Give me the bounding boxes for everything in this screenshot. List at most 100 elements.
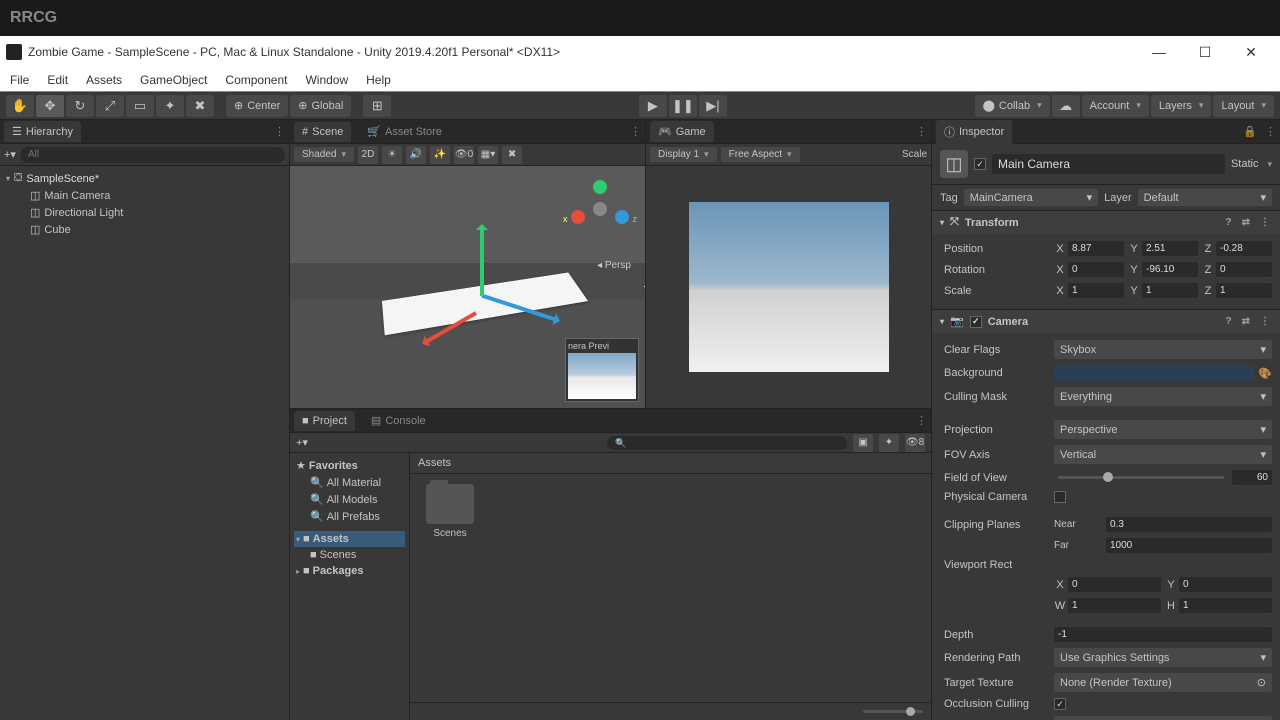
inspector-options-icon[interactable]: ⋮	[1265, 125, 1276, 138]
rect-tool[interactable]: ▭	[126, 95, 154, 117]
hidden-toggle[interactable]: 👁0	[454, 146, 474, 164]
snap-button[interactable]: ⊞	[363, 95, 391, 117]
scene-row[interactable]: ▾ ⛋ SampleScene*	[0, 170, 289, 187]
assets-folder[interactable]: ▾■ Assets	[294, 531, 405, 547]
step-button[interactable]: ▶|	[699, 95, 727, 117]
scene-options-icon[interactable]: ⋮	[630, 125, 641, 138]
depth-input[interactable]	[1054, 627, 1272, 642]
custom-tool[interactable]: ✖	[186, 95, 214, 117]
hdr-dropdown[interactable]: Use Graphics Settings▾	[1054, 716, 1272, 720]
active-checkbox[interactable]	[974, 158, 986, 170]
project-search-input[interactable]	[607, 436, 847, 450]
rot-z-input[interactable]	[1216, 262, 1272, 277]
add-button[interactable]: +▾	[4, 148, 16, 161]
maximize-button[interactable]: ☐	[1182, 36, 1228, 68]
move-tool[interactable]: ✥	[36, 95, 64, 117]
viewport-h[interactable]	[1179, 598, 1272, 613]
scene-tab[interactable]: # Scene	[294, 122, 351, 142]
fav-item[interactable]: 🔍 All Material	[294, 474, 405, 491]
orientation-gizmo[interactable]: x z	[565, 174, 635, 244]
collapse-icon[interactable]: ▾	[6, 174, 10, 183]
menu-edit[interactable]: Edit	[47, 73, 68, 87]
space-toggle[interactable]: ⊕Global	[290, 95, 351, 117]
viewport-x[interactable]	[1068, 577, 1161, 592]
pos-z-input[interactable]	[1216, 241, 1272, 256]
physical-camera-checkbox[interactable]	[1054, 491, 1066, 503]
game-options-icon[interactable]: ⋮	[916, 125, 927, 138]
filter-button[interactable]: ▣	[853, 434, 873, 452]
icon-size-slider[interactable]	[863, 710, 923, 713]
hierarchy-tab[interactable]: ☰ Hierarchy	[4, 121, 81, 142]
scene-view[interactable]: x z ◂ Persp nera Previ ↔	[290, 166, 645, 408]
folder-item[interactable]: Scenes	[420, 484, 480, 539]
play-button[interactable]: ▶	[639, 95, 667, 117]
account-dropdown[interactable]: Account	[1082, 95, 1149, 117]
minimize-button[interactable]: —	[1136, 36, 1182, 68]
persp-label[interactable]: ◂ Persp	[597, 260, 631, 271]
pos-y-input[interactable]	[1142, 241, 1198, 256]
target-texture-field[interactable]: None (Render Texture)⊙	[1054, 673, 1272, 692]
scale-z-input[interactable]	[1216, 283, 1272, 298]
clear-flags-dropdown[interactable]: Skybox▾	[1054, 340, 1272, 359]
fav-item[interactable]: 🔍 All Prefabs	[294, 508, 405, 525]
close-button[interactable]: ✕	[1228, 36, 1274, 68]
favorites-header[interactable]: ★ Favorites	[294, 457, 405, 474]
menu-component[interactable]: Component	[225, 73, 287, 87]
camera-header[interactable]: ▾📷 Camera ?⇄⋮	[932, 310, 1280, 333]
hierarchy-item[interactable]: ◫ Cube	[0, 221, 289, 238]
fav-item[interactable]: 🔍 All Models	[294, 491, 405, 508]
static-dropdown[interactable]	[1264, 158, 1272, 170]
console-tab[interactable]: ▤ Console	[363, 410, 434, 431]
2d-toggle[interactable]: 2D	[358, 146, 378, 164]
audio-toggle[interactable]: 🔊	[406, 146, 426, 164]
rot-y-input[interactable]	[1142, 262, 1198, 277]
hierarchy-item[interactable]: ◫ Main Camera	[0, 187, 289, 204]
project-add-button[interactable]: +▾	[296, 436, 308, 449]
gizmos-dropdown[interactable]: ✖	[502, 146, 522, 164]
menu-help[interactable]: Help	[366, 73, 391, 87]
hierarchy-search-input[interactable]	[20, 147, 285, 163]
far-input[interactable]	[1106, 538, 1272, 553]
fov-input[interactable]	[1232, 470, 1272, 485]
object-name-input[interactable]	[992, 154, 1225, 174]
y-axis-handle[interactable]	[480, 226, 484, 296]
project-options-icon[interactable]: ⋮	[916, 414, 927, 427]
lighting-toggle[interactable]: ☀	[382, 146, 402, 164]
shading-mode-dropdown[interactable]: Shaded	[294, 147, 354, 162]
menu-assets[interactable]: Assets	[86, 73, 122, 87]
hidden-count[interactable]: 👁8	[905, 434, 925, 452]
rotate-tool[interactable]: ↻	[66, 95, 94, 117]
background-color[interactable]	[1054, 365, 1254, 381]
hand-tool[interactable]: ✋	[6, 95, 34, 117]
render-path-dropdown[interactable]: Use Graphics Settings▾	[1054, 648, 1272, 667]
layout-dropdown[interactable]: Layout	[1213, 95, 1274, 117]
projection-dropdown[interactable]: Perspective▾	[1054, 420, 1272, 439]
culling-dropdown[interactable]: Everything▾	[1054, 387, 1272, 406]
menu-window[interactable]: Window	[305, 73, 348, 87]
layers-dropdown[interactable]: Layers	[1151, 95, 1212, 117]
menu-file[interactable]: File	[10, 73, 29, 87]
breadcrumb[interactable]: Assets	[410, 453, 931, 474]
transform-tool[interactable]: ✦	[156, 95, 184, 117]
near-input[interactable]	[1106, 517, 1272, 532]
fov-slider[interactable]	[1058, 476, 1224, 479]
menu-gameobject[interactable]: GameObject	[140, 73, 207, 87]
project-tab[interactable]: ■ Project	[294, 411, 355, 431]
pause-button[interactable]: ❚❚	[669, 95, 697, 117]
pos-x-input[interactable]	[1068, 241, 1124, 256]
cloud-button[interactable]: ☁	[1052, 95, 1080, 117]
aspect-dropdown[interactable]: Free Aspect	[721, 147, 800, 162]
collab-dropdown[interactable]: ⬤ Collab	[975, 95, 1050, 117]
scale-tool[interactable]: ⤢	[96, 95, 124, 117]
save-search-button[interactable]: ✦	[879, 434, 899, 452]
scale-x-input[interactable]	[1068, 283, 1124, 298]
game-tab[interactable]: 🎮 Game	[650, 121, 714, 142]
inspector-tab[interactable]: ⓘ Inspector	[936, 120, 1012, 144]
hierarchy-options-icon[interactable]: ⋮	[274, 125, 285, 138]
scale-y-input[interactable]	[1142, 283, 1198, 298]
occlusion-checkbox[interactable]	[1054, 698, 1066, 710]
tag-dropdown[interactable]: MainCamera▾	[964, 189, 1098, 206]
fov-axis-dropdown[interactable]: Vertical▾	[1054, 445, 1272, 464]
viewport-w[interactable]	[1068, 598, 1161, 613]
inspector-lock-icon[interactable]: 🔒	[1243, 125, 1257, 138]
